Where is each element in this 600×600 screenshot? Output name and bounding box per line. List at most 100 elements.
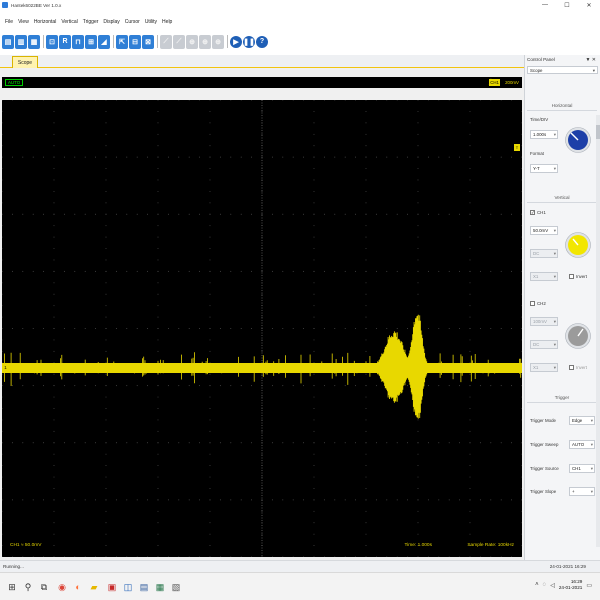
- ch1-invert-checkbox[interactable]: [569, 274, 574, 279]
- firefox-icon[interactable]: ◐: [72, 581, 84, 593]
- panel-pin-close-icon[interactable]: ▼ ✕: [585, 57, 596, 63]
- trigger-section: Trigger Trigger Mode Edge Trigger Sweep …: [527, 395, 597, 515]
- stop-icon[interactable]: ❚❚: [243, 35, 255, 48]
- trigger-sweep-dropdown[interactable]: AUTO: [569, 440, 595, 449]
- toolbar-divider: [113, 35, 114, 48]
- menu-utility[interactable]: Utility: [145, 19, 157, 25]
- h-icon[interactable]: ⊞: [85, 34, 97, 49]
- print-icon[interactable]: ▦: [28, 34, 40, 49]
- trigger-slope-dropdown[interactable]: +: [569, 487, 595, 496]
- help-icon[interactable]: ?: [256, 35, 268, 48]
- menu-vertical[interactable]: Vertical: [61, 19, 77, 25]
- disabled-icon-1[interactable]: ⟋: [160, 34, 172, 49]
- save-icon[interactable]: ▥: [15, 34, 27, 49]
- format-dropdown[interactable]: Y-T: [530, 164, 558, 173]
- pulse-icon[interactable]: ⊓: [72, 34, 84, 49]
- ch1-volts-knob[interactable]: [565, 232, 591, 258]
- network-icon[interactable]: ◌: [543, 582, 547, 588]
- control-panel-scrollbar[interactable]: [596, 115, 600, 547]
- ch2-checkbox[interactable]: [530, 301, 535, 306]
- menu-help[interactable]: Help: [162, 19, 172, 25]
- horizontal-knob[interactable]: [565, 127, 591, 153]
- disabled-icon-5[interactable]: ⊕: [212, 34, 224, 49]
- pdf-icon[interactable]: ▣: [106, 581, 118, 593]
- window-title: Hantek6022BE Ver 1.0.x: [11, 2, 62, 8]
- chevron-up-icon[interactable]: ˄: [535, 582, 539, 588]
- ch2-coupling-dropdown[interactable]: DC: [530, 340, 558, 349]
- control-panel-header: Control Panel ▼ ✕: [525, 55, 600, 64]
- timediv-dropdown[interactable]: 1.000s: [530, 130, 558, 139]
- trigger-heading: Trigger: [527, 395, 597, 403]
- ch1-checkbox[interactable]: ✓: [530, 210, 535, 215]
- maximize-button[interactable]: ☐: [556, 0, 578, 10]
- ch2-invert-label: Invert: [576, 365, 587, 370]
- status-bar: Running... 24-01-2021 16:29: [0, 560, 600, 572]
- format-label: Format: [530, 151, 544, 156]
- menu-horizontal[interactable]: Horizontal: [34, 19, 57, 25]
- disabled-icon-4[interactable]: ⊕: [199, 34, 211, 49]
- ramp-icon[interactable]: ◢: [98, 34, 110, 49]
- horizontal-section: Horizontal Time/DIV 1.000s Format Y-T: [527, 103, 597, 183]
- control-panel-title: Control Panel: [527, 57, 555, 62]
- taskbar: ⊞ ⚲ ⧉ ◉ ◐ ▰ ▣ ◫ ▤ ▦ ▧ ˄ ◌ ◁ 16:29 24-01-…: [0, 572, 600, 600]
- task-view-icon[interactable]: ⧉: [38, 581, 50, 593]
- scrollbar-thumb[interactable]: [596, 125, 600, 139]
- cursor-icon[interactable]: ⇱: [116, 34, 128, 49]
- scope-info-bar: AUTO ⨍ CH1 200mV: [2, 77, 522, 88]
- run-icon[interactable]: ⊡: [46, 34, 58, 49]
- sample-rate-readout: Sample Rate: 100kHz: [467, 543, 514, 548]
- control-panel: Control Panel ▼ ✕ Scope Horizontal Time/…: [524, 55, 600, 560]
- ch1-volts-dropdown[interactable]: 50.0mV: [530, 226, 558, 235]
- other-app-icon[interactable]: ▧: [170, 581, 182, 593]
- menu-display[interactable]: Display: [103, 19, 119, 25]
- app-window: Hantek6022BE Ver 1.0.x — ☐ ✕ File View H…: [0, 0, 600, 600]
- clock[interactable]: 16:29 24-01-2021: [559, 579, 583, 591]
- ch2-probe-dropdown[interactable]: X1: [530, 363, 558, 372]
- ch2-volts-knob[interactable]: [565, 323, 591, 349]
- vertical-heading: Vertical: [527, 195, 597, 203]
- oscilloscope-screen[interactable]: 1 T: [2, 100, 522, 557]
- trigger-level-value: 200mV: [505, 80, 519, 85]
- trigger-source-dropdown[interactable]: CH1: [569, 464, 595, 473]
- volume-icon[interactable]: ◁: [550, 582, 555, 589]
- disabled-icon-2[interactable]: ⟋: [173, 34, 185, 49]
- trigger-channel-badge[interactable]: CH1: [489, 79, 500, 86]
- menu-trigger[interactable]: Trigger: [83, 19, 99, 25]
- hantek-icon[interactable]: ◫: [122, 581, 134, 593]
- open-icon[interactable]: ▤: [2, 34, 14, 49]
- menu-view[interactable]: View: [18, 19, 29, 25]
- search-icon[interactable]: ⚲: [22, 581, 34, 593]
- close-button[interactable]: ✕: [578, 0, 600, 10]
- title-bar: Hantek6022BE Ver 1.0.x — ☐ ✕: [0, 0, 600, 10]
- word-icon[interactable]: ▤: [138, 581, 150, 593]
- ch2-label: CH2: [537, 301, 546, 306]
- trigger-level-marker[interactable]: T: [514, 144, 520, 151]
- trigger-mode-badge[interactable]: AUTO: [5, 79, 24, 86]
- notification-icon[interactable]: ▭: [586, 582, 592, 589]
- horizontal-heading: Horizontal: [527, 103, 597, 111]
- panel-selector[interactable]: Scope: [527, 66, 598, 74]
- math-icon[interactable]: ⊠: [142, 34, 154, 49]
- file-explorer-icon[interactable]: ▰: [88, 581, 100, 593]
- minimize-button[interactable]: —: [534, 0, 556, 10]
- trigger-source-label: Trigger Source: [530, 466, 559, 471]
- status-text: Running...: [3, 564, 24, 569]
- trigger-sweep-label: Trigger Sweep: [530, 442, 559, 447]
- menu-cursor[interactable]: Cursor: [125, 19, 140, 25]
- menu-file[interactable]: File: [5, 19, 13, 25]
- ch2-volts-dropdown[interactable]: 100mV: [530, 317, 558, 326]
- windows-icon[interactable]: ⊞: [6, 581, 18, 593]
- excel-icon[interactable]: ▦: [154, 581, 166, 593]
- ch1-coupling-dropdown[interactable]: DC: [530, 249, 558, 258]
- trigger-mode-dropdown[interactable]: Edge: [569, 416, 595, 425]
- tab-scope[interactable]: Scope: [12, 56, 38, 68]
- ch1-probe-dropdown[interactable]: X1: [530, 272, 558, 281]
- chrome-icon[interactable]: ◉: [56, 581, 68, 593]
- fft-icon[interactable]: ⊟: [129, 34, 141, 49]
- ch2-invert-checkbox[interactable]: [569, 365, 574, 370]
- r-icon[interactable]: R: [59, 34, 71, 49]
- play-icon[interactable]: ▶: [230, 35, 242, 48]
- disabled-icon-3[interactable]: ⊕: [186, 34, 198, 49]
- ch1-label: CH1: [537, 210, 546, 215]
- ch1-level-marker[interactable]: 1: [2, 364, 9, 371]
